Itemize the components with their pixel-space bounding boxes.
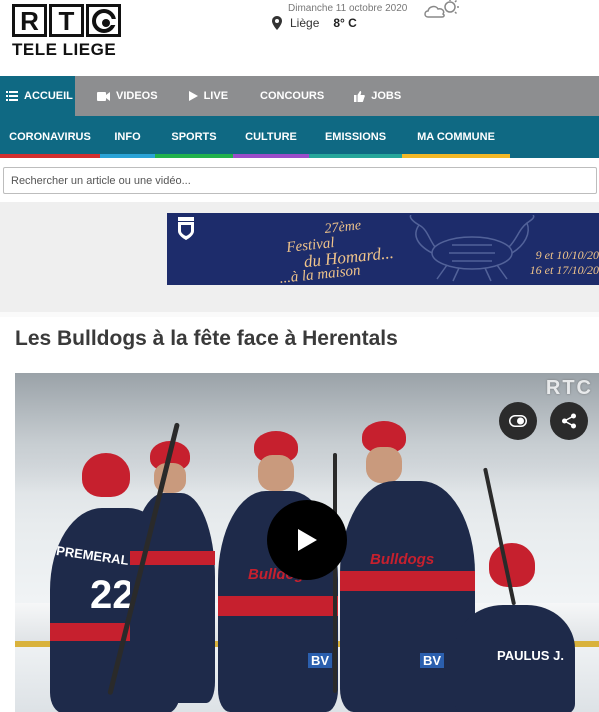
player-jersey <box>130 493 215 703</box>
festival-homard-ad-banner[interactable]: 27ème Festival du Homard... ...à la mais… <box>167 213 599 285</box>
jersey-sponsor: BV <box>420 653 445 668</box>
nav-label: JOBS <box>371 90 402 102</box>
nav-category-sports[interactable]: SPORTS <box>155 116 233 158</box>
play-icon <box>298 529 317 551</box>
nav-item-concours[interactable]: CONCOURS <box>260 76 324 116</box>
category-label: EMISSIONS <box>324 131 387 143</box>
logo-letters: R T <box>12 4 122 37</box>
rtc-logo[interactable]: R T TELE LIEGE <box>12 4 122 64</box>
category-label: INFO <box>114 131 141 143</box>
player-face <box>258 455 294 491</box>
jersey-sponsor: BV <box>308 653 333 668</box>
ad-date-line: 16 et 17/10/20 <box>529 263 599 277</box>
logo-subtitle: TELE LIEGE <box>12 40 117 59</box>
primary-nav: ACCUEIL VIDEOS LIVE CONCOURS JOBS <box>0 76 599 116</box>
site-header: R T TELE LIEGE Dimanche 11 octobre 2020 … <box>0 0 599 76</box>
current-date: Dimanche 11 octobre 2020 <box>288 3 408 14</box>
play-icon <box>188 91 198 101</box>
nav-category-ma-commune[interactable]: MA COMMUNE <box>402 116 510 158</box>
temperature: 8° C <box>333 16 357 30</box>
jersey-name: PAULUS J. <box>497 648 564 663</box>
divider <box>0 312 599 317</box>
logo-letter-t: T <box>49 4 84 37</box>
captions-button[interactable] <box>499 402 537 440</box>
player-face <box>366 447 402 483</box>
lobster-illustration <box>409 215 535 282</box>
hockey-player: PAULUS J. <box>455 543 575 712</box>
nav-item-live[interactable]: LIVE <box>188 76 229 116</box>
video-camera-icon <box>97 91 110 101</box>
nav-category-coronavirus[interactable]: CORONAVIRUS <box>0 116 100 158</box>
list-icon <box>6 91 18 101</box>
hockey-player <box>130 441 230 711</box>
video-player[interactable]: PREMERAL 22 Bulldogs BV Bulldogs BV PAUL… <box>15 373 599 712</box>
search-bar <box>0 158 599 202</box>
nav-item-jobs[interactable]: JOBS <box>354 76 401 116</box>
weather-location: Liège 8° C <box>272 16 357 30</box>
article-title[interactable]: Les Bulldogs à la fête face à Herentals <box>15 327 398 351</box>
ad-section: 27ème Festival du Homard... ...à la mais… <box>0 202 599 312</box>
thumbs-up-icon <box>354 90 366 102</box>
hockey-stick <box>333 453 337 693</box>
play-button[interactable] <box>267 500 347 580</box>
jersey-stripe <box>218 596 338 616</box>
map-pin-icon <box>272 16 282 30</box>
nav-category-culture[interactable]: CULTURE <box>233 116 309 158</box>
ad-title: 27ème Festival du Homard... ...à la mais… <box>274 215 396 285</box>
nav-category-info[interactable]: INFO <box>100 116 155 158</box>
ad-date-line: 9 et 10/10/20 <box>535 248 599 262</box>
nav-item-videos[interactable]: VIDEOS <box>97 76 158 116</box>
nav-label: ACCUEIL <box>24 90 73 102</box>
search-input[interactable] <box>3 167 597 194</box>
city-name: Liège <box>290 16 320 30</box>
logo-c-dot <box>102 19 110 27</box>
nav-label: LIVE <box>203 90 229 102</box>
nav-label: VIDEOS <box>116 90 158 102</box>
nav-label: CONCOURS <box>260 90 325 102</box>
logo-letter-r: R <box>12 4 47 37</box>
share-icon <box>562 413 576 429</box>
partly-cloudy-icon <box>424 0 459 18</box>
ad-dates: 9 et 10/10/20 16 et 17/10/20 <box>529 248 599 278</box>
player-helmet <box>82 453 130 497</box>
category-label: SPORTS <box>171 131 217 143</box>
category-label: CULTURE <box>245 131 297 143</box>
rtc-watermark: RTC <box>545 377 593 399</box>
toggle-icon <box>509 415 527 427</box>
crest-icon <box>178 217 194 240</box>
jersey-logo-text: Bulldogs <box>370 551 435 568</box>
share-button[interactable] <box>550 402 588 440</box>
category-label: MA COMMUNE <box>417 131 495 143</box>
nav-item-accueil[interactable]: ACCUEIL <box>0 76 75 116</box>
player-helmet <box>489 543 535 587</box>
category-nav: CORONAVIRUS INFO SPORTS CULTURE EMISSION… <box>0 116 599 158</box>
nav-category-emissions[interactable]: EMISSIONS <box>309 116 402 158</box>
category-label: CORONAVIRUS <box>9 131 91 143</box>
logo-letter-c <box>86 4 121 37</box>
